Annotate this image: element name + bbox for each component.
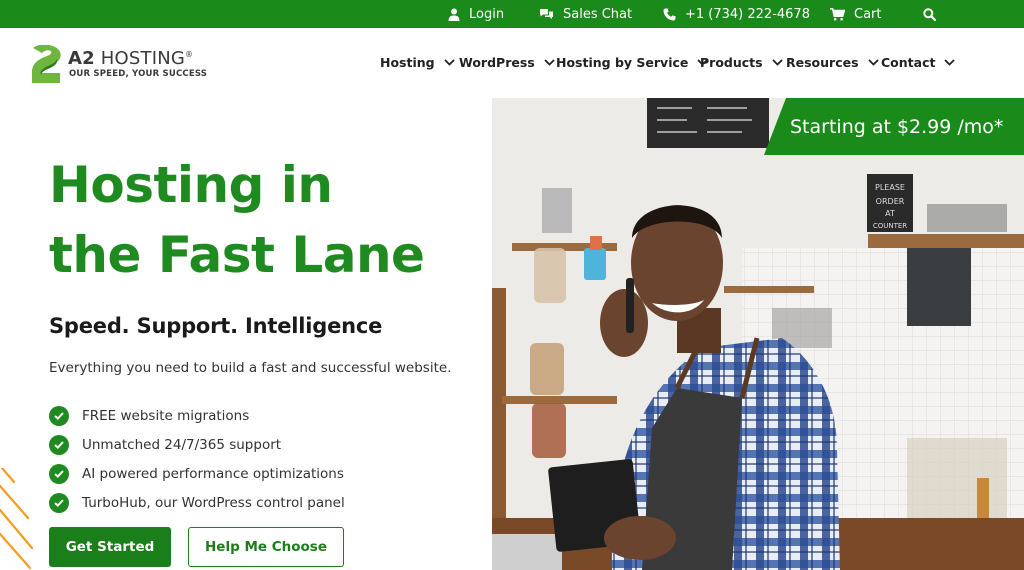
check-icon [49,405,69,426]
nav-item-wordpress[interactable]: WordPress [459,55,555,70]
site-header: A2 HOSTING® OUR SPEED, YOUR SUCCESS Host… [0,28,1024,98]
nav-item-label: Resources [786,55,859,70]
nav-item-label: WordPress [459,55,535,70]
sales-chat-link[interactable]: Sales Chat [539,0,632,28]
login-link[interactable]: Login [448,0,504,28]
hero-title-line-2: the Fast Lane [49,226,425,284]
check-icon [49,492,69,513]
hero-subheading: Speed. Support. Intelligence [49,314,383,338]
nav-item-hosting[interactable]: Hosting [380,55,455,70]
chevron-down-icon [944,59,956,66]
nav-item-label: Contact [881,55,936,70]
user-icon [448,8,460,21]
nav-item-contact[interactable]: Contact [881,55,956,70]
logo-tagline: OUR SPEED, YOUR SUCCESS [69,69,208,79]
svg-text:PLEASE: PLEASE [875,183,905,192]
logo-wordmark-a2: A2 [68,48,95,69]
feature-item: TurboHub, our WordPress control panel [49,488,345,517]
chevron-down-icon [867,59,879,66]
cafe-worker-photo: PLEASE ORDER AT COUNTER [492,98,1024,570]
chevron-down-icon [544,59,555,66]
decorative-stripes [0,468,34,570]
check-icon [49,463,69,484]
feature-text: TurboHub, our WordPress control panel [82,494,345,511]
phone-number: +1 (734) 222-4678 [685,6,810,22]
promo-price-banner[interactable]: Starting at $2.99 /mo* [764,98,1024,155]
logo-wordmark-hosting: HOSTING [100,48,186,69]
top-utility-bar: Login Sales Chat +1 (734) 222-4678 Cart [0,0,1024,28]
chevron-down-icon [771,59,783,66]
chat-icon [539,8,554,20]
svg-text:AT: AT [885,209,895,218]
feature-item: AI powered performance optimizations [49,459,345,488]
login-label: Login [469,6,505,22]
help-me-choose-button[interactable]: Help Me Choose [188,527,344,567]
chevron-down-icon [443,59,455,66]
cart-icon [830,7,845,21]
feature-text: FREE website migrations [82,407,250,424]
feature-item: FREE website migrations [49,401,345,430]
nav-item-hosting-by-service[interactable]: Hosting by Service [556,55,709,70]
cart-link[interactable]: Cart [830,0,882,28]
check-icon [49,434,69,455]
nav-item-label: Products [700,55,763,70]
hero-title: Hosting in the Fast Lane [49,150,425,290]
hero-title-line-1: Hosting in [49,156,333,214]
feature-text: AI powered performance optimizations [82,465,344,482]
registered-mark: ® [185,50,194,59]
feature-item: Unmatched 24/7/365 support [49,430,345,459]
hero-description: Everything you need to build a fast and … [49,360,452,376]
logo-wordmark: A2 HOSTING® [68,48,193,69]
svg-text:ORDER: ORDER [876,197,905,206]
phone-icon [663,8,676,21]
search-button[interactable] [923,0,936,28]
nav-item-label: Hosting [380,55,435,70]
phone-link[interactable]: +1 (734) 222-4678 [663,0,810,28]
search-icon [923,7,936,21]
nav-item-resources[interactable]: Resources [786,55,879,70]
nav-item-label: Hosting by Service [556,55,689,70]
feature-list: FREE website migrations Unmatched 24/7/3… [49,401,345,517]
hero-photo: PLEASE ORDER AT COUNTER Starting at $2.9… [492,98,1024,570]
a2-hosting-logo[interactable]: A2 HOSTING® OUR SPEED, YOUR SUCCESS [29,45,214,85]
cart-label: Cart [854,6,882,22]
svg-text:COUNTER: COUNTER [873,222,907,230]
get-started-button[interactable]: Get Started [49,527,171,567]
a2-logo-mark-icon [32,45,61,83]
nav-item-products[interactable]: Products [700,55,783,70]
feature-text: Unmatched 24/7/365 support [82,436,282,453]
sales-chat-label: Sales Chat [563,6,633,22]
